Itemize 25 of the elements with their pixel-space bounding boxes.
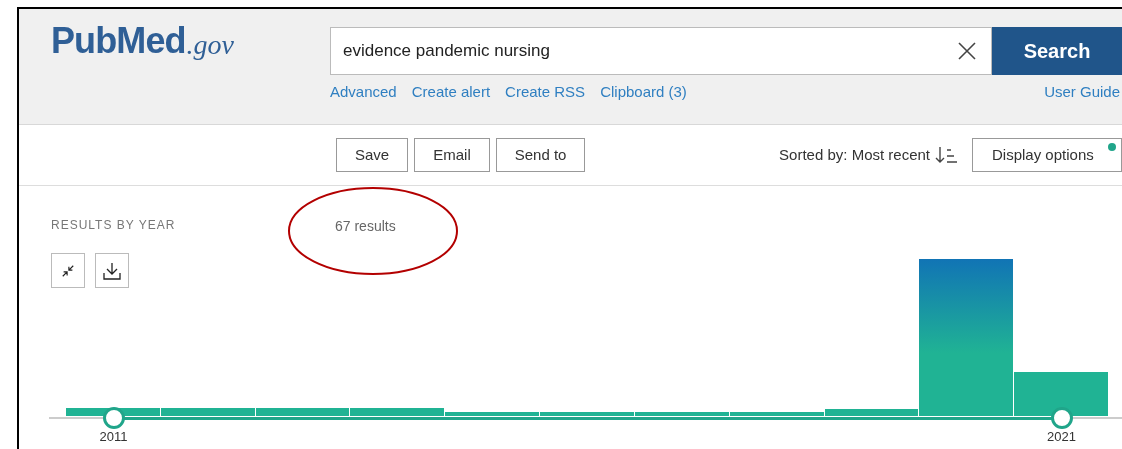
search-button[interactable]: Search bbox=[992, 27, 1122, 75]
results-count: 67 results bbox=[335, 217, 396, 236]
action-button[interactable]: Email bbox=[414, 138, 490, 172]
header-link[interactable]: Clipboard (3) bbox=[600, 81, 687, 104]
section-heading: RESULTS BY YEAR bbox=[51, 217, 176, 234]
pubmed-logo[interactable]: PubMed.gov bbox=[51, 23, 235, 59]
slider-handle[interactable] bbox=[102, 407, 125, 429]
collapse-button[interactable] bbox=[51, 253, 85, 288]
year-label: 2021 bbox=[1047, 430, 1076, 443]
year-range-slider[interactable] bbox=[49, 407, 1122, 429]
action-button[interactable]: Save bbox=[336, 138, 409, 172]
action-button[interactable]: Send to bbox=[495, 138, 586, 172]
download-button[interactable] bbox=[95, 253, 129, 288]
header-link[interactable]: Create RSS bbox=[505, 81, 586, 104]
header-link[interactable]: Create alert bbox=[411, 81, 491, 104]
clear-icon[interactable] bbox=[956, 40, 978, 62]
search-field[interactable]: evidence pandemic nursing bbox=[330, 27, 992, 75]
user-guide-link[interactable]: User Guide bbox=[1044, 81, 1120, 104]
year-label: 2011 bbox=[99, 430, 128, 443]
sort-icon[interactable] bbox=[934, 145, 958, 165]
sort-label[interactable]: Sorted by: Most recent bbox=[779, 143, 930, 167]
download-icon bbox=[103, 261, 121, 280]
display-options-button[interactable]: Display options bbox=[972, 138, 1122, 172]
collapse-arrows-icon bbox=[61, 263, 75, 278]
header-link[interactable]: Advanced bbox=[330, 81, 397, 104]
